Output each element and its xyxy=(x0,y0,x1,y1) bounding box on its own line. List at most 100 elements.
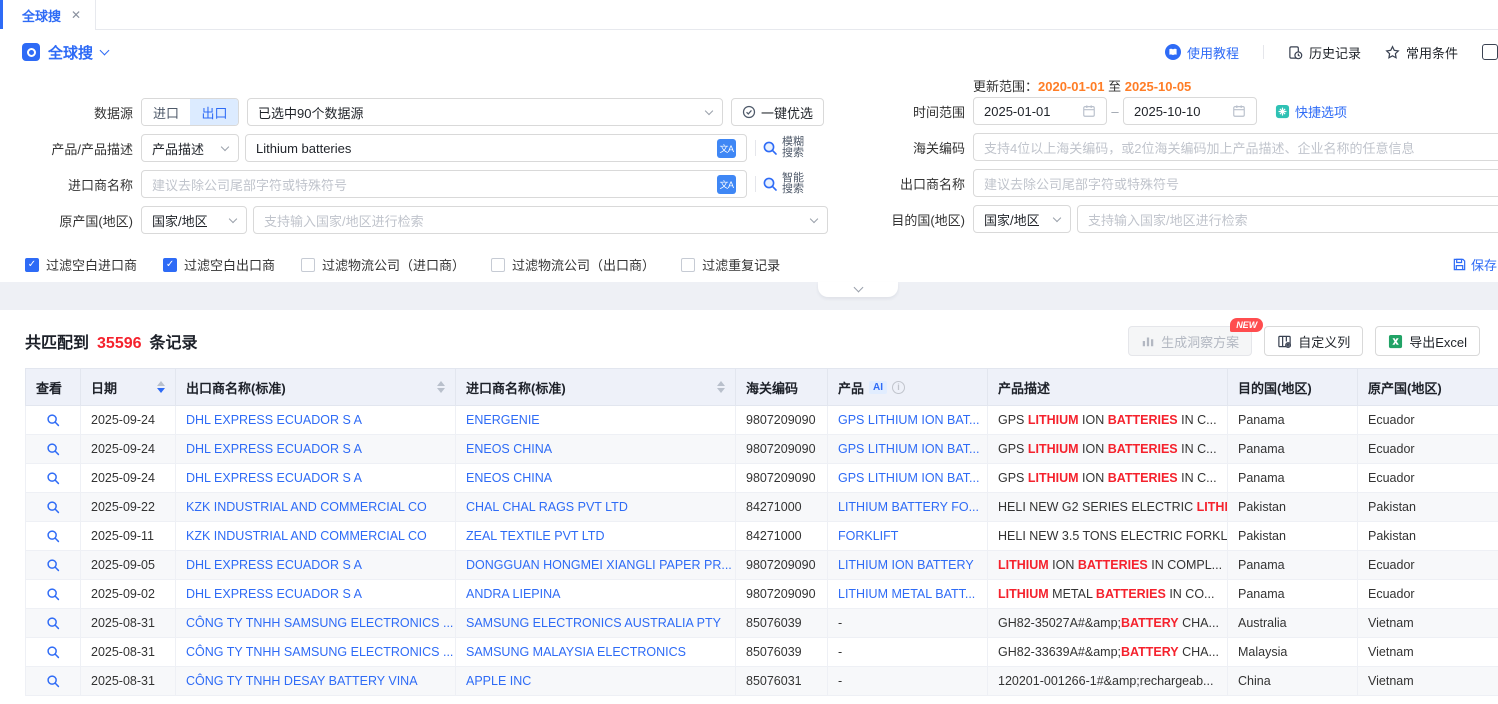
save-button[interactable]: 保存 xyxy=(1452,255,1497,274)
product-cell[interactable]: LITHIUM ION BATTERY xyxy=(828,551,988,580)
history-button[interactable]: 历史记录 xyxy=(1288,43,1361,62)
exporter-cell[interactable]: CÔNG TY TNHH SAMSUNG ELECTRONICS ... xyxy=(176,609,456,638)
exporter-cell[interactable]: CÔNG TY TNHH SAMSUNG ELECTRONICS ... xyxy=(176,638,456,667)
customize-columns-button[interactable]: 自定义列 xyxy=(1264,326,1363,356)
exporter-cell[interactable]: DHL EXPRESS ECUADOR S A xyxy=(176,435,456,464)
title-chevron-down-icon[interactable] xyxy=(100,45,110,55)
smart-search-button[interactable]: 智能搜索 xyxy=(762,173,804,195)
filter-checkbox-3[interactable]: 过滤物流公司（出口商） xyxy=(491,255,655,274)
view-record-icon[interactable] xyxy=(46,587,60,601)
filter-checkbox-0[interactable]: ✓ 过滤空白进口商 xyxy=(25,255,137,274)
exporter-input[interactable]: 建议去除公司尾部字符或特殊符号 xyxy=(973,169,1498,197)
destination-type-select[interactable]: 国家/地区 xyxy=(973,205,1071,233)
translate-icon[interactable]: 文A xyxy=(717,175,736,194)
importer-cell[interactable]: SAMSUNG ELECTRONICS AUSTRALIA PTY xyxy=(456,609,736,638)
fuzzy-search-button[interactable]: 模糊搜索 xyxy=(762,137,804,159)
product-type-select[interactable]: 产品描述 xyxy=(141,134,239,162)
exporter-cell[interactable]: CÔNG TY TNHH DESAY BATTERY VINA xyxy=(176,667,456,696)
app-logo-icon xyxy=(22,43,40,61)
view-record-icon[interactable] xyxy=(46,645,60,659)
origin-country-input[interactable]: 支持输入国家/地区进行检索 xyxy=(253,206,828,234)
clipped-header-icon[interactable] xyxy=(1482,44,1498,60)
importer-input[interactable]: 建议去除公司尾部字符或特殊符号 文A xyxy=(141,170,747,198)
header-divider xyxy=(1263,45,1264,59)
importer-cell[interactable]: DONGGUAN HONGMEI XIANGLI PAPER PR... xyxy=(456,551,736,580)
exporter-cell[interactable]: KZK INDUSTRIAL AND COMMERCIAL CO xyxy=(176,493,456,522)
importer-cell[interactable]: ENEOS CHINA xyxy=(456,464,736,493)
generate-insight-button[interactable]: 生成洞察方案 NEW xyxy=(1128,326,1252,356)
description-cell: GPS LITHIUM ION BATTERIES IN C... xyxy=(988,464,1228,493)
exporter-cell[interactable]: DHL EXPRESS ECUADOR S A xyxy=(176,580,456,609)
filter-checkbox-4[interactable]: 过滤重复记录 xyxy=(681,255,780,274)
importer-cell[interactable]: ENEOS CHINA xyxy=(456,435,736,464)
checkbox-unchecked-icon[interactable] xyxy=(301,258,315,272)
tutorial-button[interactable]: 使用教程 xyxy=(1165,43,1239,62)
column-header-3[interactable]: 进口商名称(标准) xyxy=(456,369,736,406)
exporter-cell[interactable]: DHL EXPRESS ECUADOR S A xyxy=(176,406,456,435)
origin-country-type-select[interactable]: 国家/地区 xyxy=(141,206,247,234)
hs-code-placeholder: 支持4位以上海关编码，或2位海关编码加上产品描述、企业名称的任意信息 xyxy=(984,138,1414,157)
view-record-icon[interactable] xyxy=(46,558,60,572)
product-cell[interactable]: FORKLIFT xyxy=(828,522,988,551)
translate-icon[interactable]: 文A xyxy=(717,139,736,158)
importer-placeholder: 建议去除公司尾部字符或特殊符号 xyxy=(152,175,347,194)
tab-close-icon[interactable]: ✕ xyxy=(71,8,81,22)
filter-label: 过滤空白进口商 xyxy=(46,255,137,274)
view-record-icon[interactable] xyxy=(46,674,60,688)
sort-icons[interactable] xyxy=(157,381,165,393)
importer-cell[interactable]: ZEAL TEXTILE PVT LTD xyxy=(456,522,736,551)
info-icon[interactable]: i xyxy=(892,381,905,394)
favorites-button[interactable]: 常用条件 xyxy=(1385,43,1458,62)
product-cell[interactable]: LITHIUM BATTERY FO... xyxy=(828,493,988,522)
date-to-input[interactable]: 2025-10-10 xyxy=(1123,97,1257,125)
checkbox-checked-icon[interactable]: ✓ xyxy=(25,258,39,272)
importer-cell[interactable]: ENERGENIE xyxy=(456,406,736,435)
view-record-icon[interactable] xyxy=(46,500,60,514)
data-source-selected-value: 已选中90个数据源 xyxy=(258,103,363,122)
product-cell[interactable]: GPS LITHIUM ION BAT... xyxy=(828,435,988,464)
sort-icons[interactable] xyxy=(717,381,725,393)
checkbox-unchecked-icon[interactable] xyxy=(491,258,505,272)
date-from-input[interactable]: 2025-01-01 xyxy=(973,97,1107,125)
view-record-icon[interactable] xyxy=(46,529,60,543)
collapse-panel-button[interactable] xyxy=(818,282,898,297)
search-icon xyxy=(762,140,778,156)
toggle-export[interactable]: 出口 xyxy=(190,99,238,125)
exporter-cell[interactable]: DHL EXPRESS ECUADOR S A xyxy=(176,464,456,493)
column-header-1[interactable]: 日期 xyxy=(81,369,176,406)
one-key-optimize-button[interactable]: 一键优选 xyxy=(731,98,824,126)
product-cell[interactable]: GPS LITHIUM ION BAT... xyxy=(828,464,988,493)
filter-checkbox-2[interactable]: 过滤物流公司（进口商） xyxy=(301,255,465,274)
export-excel-button[interactable]: 导出Excel xyxy=(1375,326,1480,356)
importer-cell[interactable]: CHAL CHAL RAGS PVT LTD xyxy=(456,493,736,522)
origin-cell: Ecuador xyxy=(1358,406,1498,435)
importer-cell[interactable]: ANDRA LIEPINA xyxy=(456,580,736,609)
sort-icons[interactable] xyxy=(437,381,445,393)
product-cell[interactable]: GPS LITHIUM ION BAT... xyxy=(828,406,988,435)
data-source-select[interactable]: 已选中90个数据源 xyxy=(247,98,723,126)
checkbox-checked-icon[interactable]: ✓ xyxy=(163,258,177,272)
destination-cell: Panama xyxy=(1228,580,1358,609)
product-cell[interactable]: LITHIUM METAL BATT... xyxy=(828,580,988,609)
importer-cell[interactable]: APPLE INC xyxy=(456,667,736,696)
view-record-icon[interactable] xyxy=(46,442,60,456)
tab-global-search[interactable]: 全球搜 ✕ xyxy=(0,0,96,30)
exporter-cell[interactable]: KZK INDUSTRIAL AND COMMERCIAL CO xyxy=(176,522,456,551)
view-record-icon[interactable] xyxy=(46,413,60,427)
importer-cell[interactable]: SAMSUNG MALAYSIA ELECTRONICS xyxy=(456,638,736,667)
chart-icon xyxy=(1141,334,1155,348)
product-input[interactable]: Lithium batteries 文A xyxy=(245,134,747,162)
hs-code-cell: 84271000 xyxy=(736,493,828,522)
column-header-2[interactable]: 出口商名称(标准) xyxy=(176,369,456,406)
hs-code-input[interactable]: 支持4位以上海关编码，或2位海关编码加上产品描述、企业名称的任意信息 xyxy=(973,133,1498,161)
exporter-cell[interactable]: DHL EXPRESS ECUADOR S A xyxy=(176,551,456,580)
filter-checkbox-1[interactable]: ✓过滤空白出口商 xyxy=(163,255,275,274)
toggle-import[interactable]: 进口 xyxy=(142,99,190,125)
column-label: 海关编码 xyxy=(746,378,798,397)
quick-options-button[interactable]: 快捷选项 xyxy=(1275,102,1347,121)
checkbox-unchecked-icon[interactable] xyxy=(681,258,695,272)
date-cell: 2025-09-02 xyxy=(81,580,176,609)
view-record-icon[interactable] xyxy=(46,471,60,485)
destination-country-input[interactable]: 支持输入国家/地区进行检索 xyxy=(1077,205,1498,233)
view-record-icon[interactable] xyxy=(46,616,60,630)
